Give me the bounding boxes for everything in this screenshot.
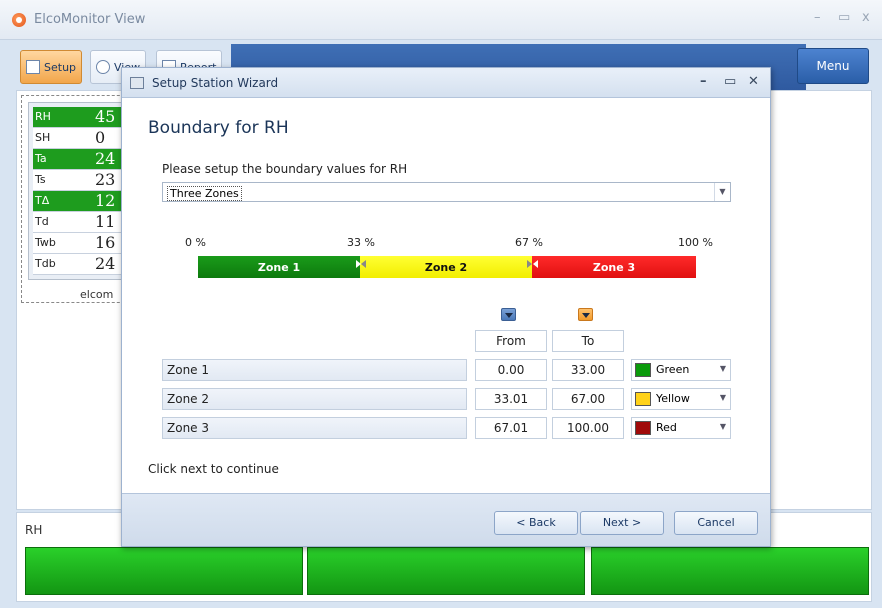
reading-row-ts: Ts 23 <box>33 170 135 191</box>
reading-row-ta: Ta 24 <box>33 149 135 170</box>
reading-row-td: Td 11 <box>33 212 135 233</box>
chevron-down-icon: ▼ <box>719 422 726 431</box>
zone-bar-3: Zone 3 <box>532 256 696 278</box>
rh-tile[interactable] <box>25 547 303 595</box>
reading-name: Tdb <box>35 257 56 270</box>
percent-label-100: 100 % <box>678 236 713 249</box>
app-titlebar: ElcoMonitor View – ▭ x <box>0 0 882 40</box>
zone-color-dropdown[interactable]: Red ▼ <box>631 417 731 439</box>
zone-to-field[interactable]: 67.00 <box>552 388 624 410</box>
color-label: Green <box>656 363 690 376</box>
zone-color-dropdown[interactable]: Green ▼ <box>631 359 731 381</box>
column-header-from: From <box>475 330 547 352</box>
color-label: Yellow <box>656 392 690 405</box>
dialog-title: Setup Station Wizard <box>152 76 279 90</box>
app-logo-icon <box>12 13 26 27</box>
from-dropdown-icon[interactable] <box>501 308 516 321</box>
magnifier-icon <box>96 60 110 74</box>
dialog-maximize-button[interactable]: ▭ <box>724 74 736 89</box>
reading-name: Twb <box>35 236 56 249</box>
percent-label-33: 33 % <box>347 236 375 249</box>
reading-row-tdb: Tdb 24 <box>33 254 135 275</box>
zone-row-name: Zone 3 <box>162 417 467 439</box>
wizard-icon <box>130 77 144 89</box>
page-title: Boundary for RH <box>148 118 289 138</box>
back-button[interactable]: < Back <box>494 511 578 535</box>
rh-panel-label: RH <box>25 523 43 537</box>
tab-setup-label: Setup <box>44 60 77 74</box>
color-swatch <box>635 421 651 435</box>
reading-name: Td <box>35 215 49 228</box>
to-dropdown-icon[interactable] <box>578 308 593 321</box>
reading-name: TΔ <box>35 194 50 207</box>
zone-from-field[interactable]: 0.00 <box>475 359 547 381</box>
setup-icon <box>26 60 40 74</box>
percent-label-67: 67 % <box>515 236 543 249</box>
reading-name: SH <box>35 131 51 144</box>
rh-tile[interactable] <box>591 547 869 595</box>
chevron-down-icon: ▼ <box>719 364 726 373</box>
minimize-button[interactable]: – <box>814 10 821 25</box>
menu-button[interactable]: Menu <box>797 48 869 84</box>
station-name: elcom <box>80 288 114 301</box>
continue-hint: Click next to continue <box>148 462 279 476</box>
dialog-footer: < Back Next > Cancel <box>122 493 770 546</box>
dialog-minimize-button[interactable]: – <box>700 74 707 89</box>
color-swatch <box>635 392 651 406</box>
reading-name: Ta <box>35 152 47 165</box>
zone-to-field[interactable]: 33.00 <box>552 359 624 381</box>
reading-name: RH <box>35 110 51 123</box>
color-label: Red <box>656 421 677 434</box>
instruction-text: Please setup the boundary values for RH <box>162 162 408 176</box>
dialog-titlebar[interactable]: Setup Station Wizard – ▭ ✕ <box>122 68 770 98</box>
zone-row-name: Zone 2 <box>162 388 467 410</box>
column-header-to: To <box>552 330 624 352</box>
boundary-handle-right[interactable] <box>533 260 538 268</box>
close-button[interactable]: x <box>862 10 870 25</box>
dialog-body: Boundary for RH Please setup the boundar… <box>122 98 770 493</box>
percent-label-0: 0 % <box>185 236 206 249</box>
reading-row-sh: SH 0 <box>33 128 135 149</box>
chevron-down-icon: ▼ <box>719 393 726 402</box>
zone-from-field[interactable]: 33.01 <box>475 388 547 410</box>
tab-setup[interactable]: Setup <box>20 50 83 84</box>
boundary-handle-right[interactable] <box>361 260 366 268</box>
next-button[interactable]: Next > <box>580 511 664 535</box>
zone-mode-select[interactable]: Three Zones ▼ <box>162 182 731 202</box>
reading-row-tdelta: TΔ 12 <box>33 191 135 212</box>
reading-row-rh: RH 45 <box>33 107 135 128</box>
maximize-button[interactable]: ▭ <box>838 10 850 25</box>
zone-row-name: Zone 1 <box>162 359 467 381</box>
app-title: ElcoMonitor View <box>34 12 146 27</box>
zone-to-field[interactable]: 100.00 <box>552 417 624 439</box>
zone-bar-2: Zone 2 <box>360 256 532 278</box>
setup-station-wizard: Setup Station Wizard – ▭ ✕ Boundary for … <box>121 67 771 547</box>
dialog-close-button[interactable]: ✕ <box>748 74 759 89</box>
zone-color-dropdown[interactable]: Yellow ▼ <box>631 388 731 410</box>
boundary-handle-left[interactable] <box>527 260 532 268</box>
cancel-button[interactable]: Cancel <box>674 511 758 535</box>
reading-name: Ts <box>35 173 46 186</box>
zone-from-field[interactable]: 67.01 <box>475 417 547 439</box>
zone-bar-1: Zone 1 <box>198 256 360 278</box>
chevron-down-icon: ▼ <box>714 183 730 201</box>
reading-row-twb: Twb 16 <box>33 233 135 254</box>
color-swatch <box>635 363 651 377</box>
rh-tile[interactable] <box>307 547 585 595</box>
zone-mode-value: Three Zones <box>167 186 242 201</box>
